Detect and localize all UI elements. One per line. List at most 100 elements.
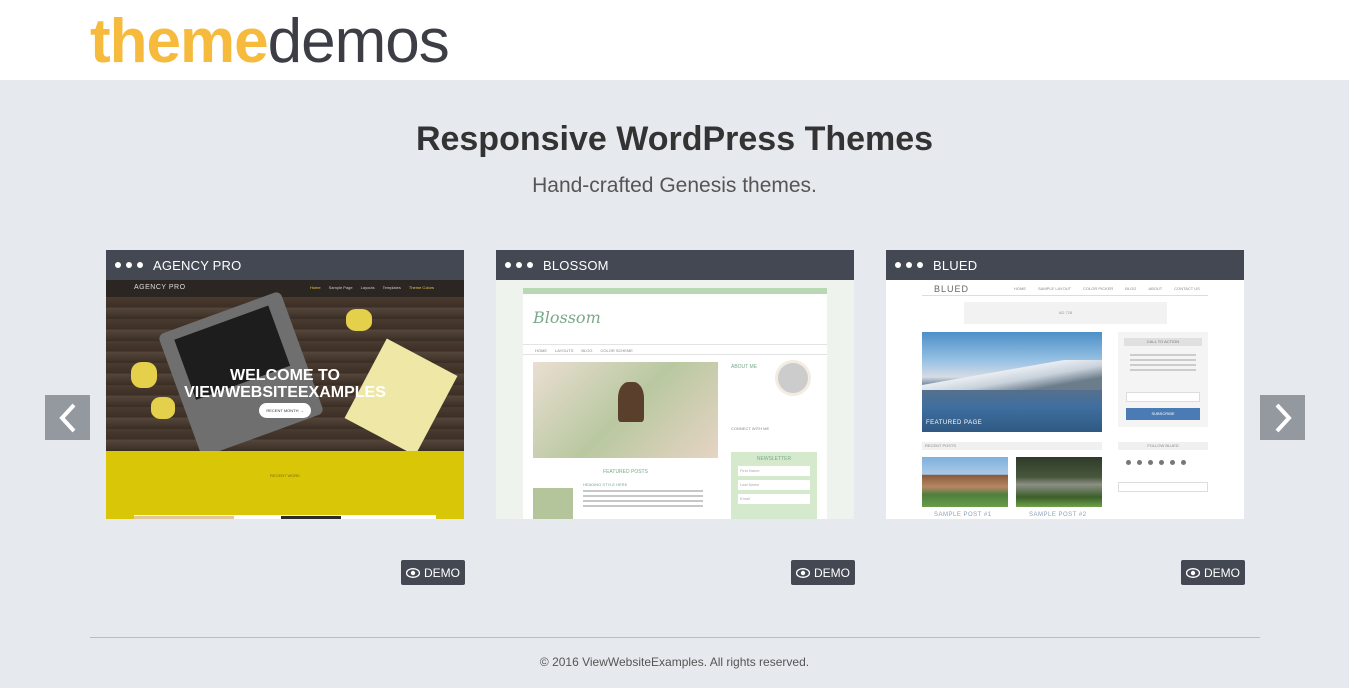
theme-card-agency-pro[interactable]: AGENCY PRO AGENCY PRO Home Sample Page L… bbox=[106, 250, 464, 519]
preview-subscribe-label: SUBSCRIBE bbox=[1151, 411, 1175, 416]
demo-button-blossom[interactable]: DEMO bbox=[791, 560, 855, 585]
preview-featured-caption: FEATURED PAGE bbox=[926, 420, 983, 426]
preview-logo: AGENCY PRO bbox=[134, 284, 186, 291]
preview-nav-item: HOME bbox=[535, 348, 547, 353]
carousel-prev-button[interactable] bbox=[45, 395, 90, 440]
preview-featured-heading: FEATURED POSTS bbox=[603, 469, 648, 475]
preview-photo bbox=[281, 516, 341, 519]
preview-ad-banner: AD 728 bbox=[964, 302, 1167, 324]
preview-newsletter: NEWSLETTER First Name Last Name Email bbox=[731, 452, 817, 519]
demo-button-blued[interactable]: DEMO bbox=[1181, 560, 1245, 585]
demo-button-label: DEMO bbox=[424, 565, 460, 580]
logo-light-text: demos bbox=[267, 7, 450, 76]
window-dots-icon bbox=[895, 262, 923, 268]
preview-nav-item: ABOUT bbox=[1148, 286, 1163, 291]
preview-logo: Blossom bbox=[533, 308, 601, 327]
preview-nav-item: Sample Page bbox=[328, 285, 353, 290]
preview-section-band: RECENT WORK bbox=[106, 451, 464, 481]
page-title: Responsive WordPress Themes bbox=[415, 120, 934, 158]
preview-nav-item: Theme Colors bbox=[408, 285, 434, 290]
footer-divider bbox=[90, 637, 1260, 638]
preview-featured-image: FEATURED PAGE bbox=[922, 332, 1102, 432]
preview-nav-item: Templates bbox=[382, 285, 401, 290]
preview-follow-heading: FOLLOW BLUED bbox=[1118, 442, 1208, 450]
preview-nav: Home Sample Page Layouts Templates Theme… bbox=[310, 285, 434, 290]
preview-post-title: SAMPLE POST #1 bbox=[934, 512, 992, 518]
carousel-next-button[interactable] bbox=[1260, 395, 1305, 440]
paper-ball-image bbox=[346, 309, 372, 331]
preview-photo bbox=[134, 516, 234, 519]
preview-nav-item: LAYOUTS bbox=[555, 348, 574, 353]
preview-headline: WELCOME TO VIEWWEBSITEEXAMPLES bbox=[106, 367, 464, 401]
preview-search-input bbox=[1118, 482, 1208, 492]
preview-nav-item: COLOR PICKER bbox=[1083, 286, 1114, 291]
preview-recent-heading: RECENT POSTS bbox=[922, 442, 1102, 450]
preview-cta-button: RECENT MONTH → bbox=[259, 403, 311, 418]
preview-post-thumb bbox=[533, 488, 573, 519]
preview-subscribe-button: SUBSCRIBE bbox=[1126, 408, 1200, 420]
chevron-left-icon bbox=[58, 403, 75, 432]
theme-screenshot[interactable]: BLUED HOME SAMPLE LAYOUT COLOR PICKER BL… bbox=[886, 280, 1244, 519]
preview-post-thumb bbox=[922, 457, 1008, 507]
window-dots-icon bbox=[115, 262, 143, 268]
preview-follow-label: FOLLOW BLUED bbox=[1147, 443, 1179, 448]
preview-nav-item: CONTACT US bbox=[1174, 286, 1200, 291]
theme-screenshot[interactable]: Blossom HOME LAYOUTS BLOG COLOR SCHEME A… bbox=[496, 280, 854, 519]
preview-nav: HOME LAYOUTS BLOG COLOR SCHEME bbox=[523, 344, 827, 355]
card-title-bar: AGENCY PRO bbox=[106, 250, 464, 280]
preview-post-title: HEADING STYLE HERE bbox=[583, 482, 628, 487]
site-header: themedemos bbox=[0, 0, 1349, 80]
card-title-bar: BLOSSOM bbox=[496, 250, 854, 280]
preview-connect: CONNECT WITH ME bbox=[731, 426, 770, 431]
preview-post-text bbox=[583, 490, 703, 510]
preview-nav: HOME SAMPLE LAYOUT COLOR PICKER BLOG ABO… bbox=[1014, 286, 1200, 291]
card-title: BLOSSOM bbox=[543, 257, 609, 273]
preview-nav-item: HOME bbox=[1014, 286, 1026, 291]
preview-post-title: SAMPLE POST #2 bbox=[1029, 512, 1087, 518]
preview-hero-image bbox=[533, 362, 718, 458]
demo-button-label: DEMO bbox=[814, 565, 850, 580]
preview-section-bg bbox=[106, 481, 464, 519]
preview-recent-label: RECENT POSTS bbox=[925, 443, 957, 448]
preview-nav-item: BLOG bbox=[1125, 286, 1137, 291]
preview-header: AGENCY PRO Home Sample Page Layouts Temp… bbox=[106, 280, 464, 297]
preview-sidebar-widget: CALL TO ACTION SUBSCRIBE bbox=[1118, 332, 1208, 427]
preview-section-label: RECENT WORK bbox=[270, 473, 300, 478]
demo-button-label: DEMO bbox=[1204, 565, 1240, 580]
preview-social-icons bbox=[1126, 460, 1186, 465]
preview-nav-item: BLOG bbox=[581, 348, 593, 353]
preview-ad-label: AD 728 bbox=[1058, 310, 1073, 315]
card-title-bar: BLUED bbox=[886, 250, 1244, 280]
card-title: AGENCY PRO bbox=[153, 257, 242, 273]
theme-card-blossom[interactable]: BLOSSOM Blossom HOME LAYOUTS BLOG COLOR … bbox=[496, 250, 854, 519]
preview-newsletter-title: NEWSLETTER bbox=[756, 456, 792, 462]
preview-page: Blossom HOME LAYOUTS BLOG COLOR SCHEME A… bbox=[523, 288, 827, 519]
card-title: BLUED bbox=[933, 257, 978, 273]
preview-newsletter-field: Last Name bbox=[738, 480, 810, 490]
theme-card-blued[interactable]: BLUED BLUED HOME SAMPLE LAYOUT COLOR PIC… bbox=[886, 250, 1244, 519]
preview-nav-item: SAMPLE LAYOUT bbox=[1038, 286, 1072, 291]
demo-button-agency-pro[interactable]: DEMO bbox=[401, 560, 465, 585]
window-dots-icon bbox=[505, 262, 533, 268]
preview-sidebar-title: CALL TO ACTION bbox=[1124, 338, 1202, 346]
eye-icon bbox=[796, 567, 810, 578]
preview-logo: BLUED bbox=[934, 284, 970, 294]
preview-newsletter-field: First Name bbox=[738, 466, 810, 476]
preview-email-input bbox=[1126, 392, 1200, 402]
preview-headline-line: VIEWWEBSITEEXAMPLES bbox=[184, 384, 386, 401]
footer-copyright: © 2016 ViewWebsiteExamples. All rights r… bbox=[539, 655, 810, 669]
eye-icon bbox=[1186, 567, 1200, 578]
site-logo[interactable]: themedemos bbox=[90, 6, 450, 78]
eye-icon bbox=[406, 567, 420, 578]
preview-post-thumb bbox=[1016, 457, 1102, 507]
preview-nav-item: COLOR SCHEME bbox=[600, 348, 633, 353]
preview-sidebar-text bbox=[1130, 354, 1196, 371]
theme-screenshot[interactable]: AGENCY PRO Home Sample Page Layouts Temp… bbox=[106, 280, 464, 519]
preview-nav-item: Layouts bbox=[360, 285, 375, 290]
preview-nav-item: Home bbox=[309, 285, 321, 290]
preview-headline-line: WELCOME TO bbox=[230, 367, 340, 384]
chevron-right-icon bbox=[1275, 403, 1292, 432]
logo-bold-text: theme bbox=[90, 7, 269, 76]
preview-newsletter-field: Email bbox=[738, 494, 810, 504]
preview-divider bbox=[922, 295, 1208, 296]
